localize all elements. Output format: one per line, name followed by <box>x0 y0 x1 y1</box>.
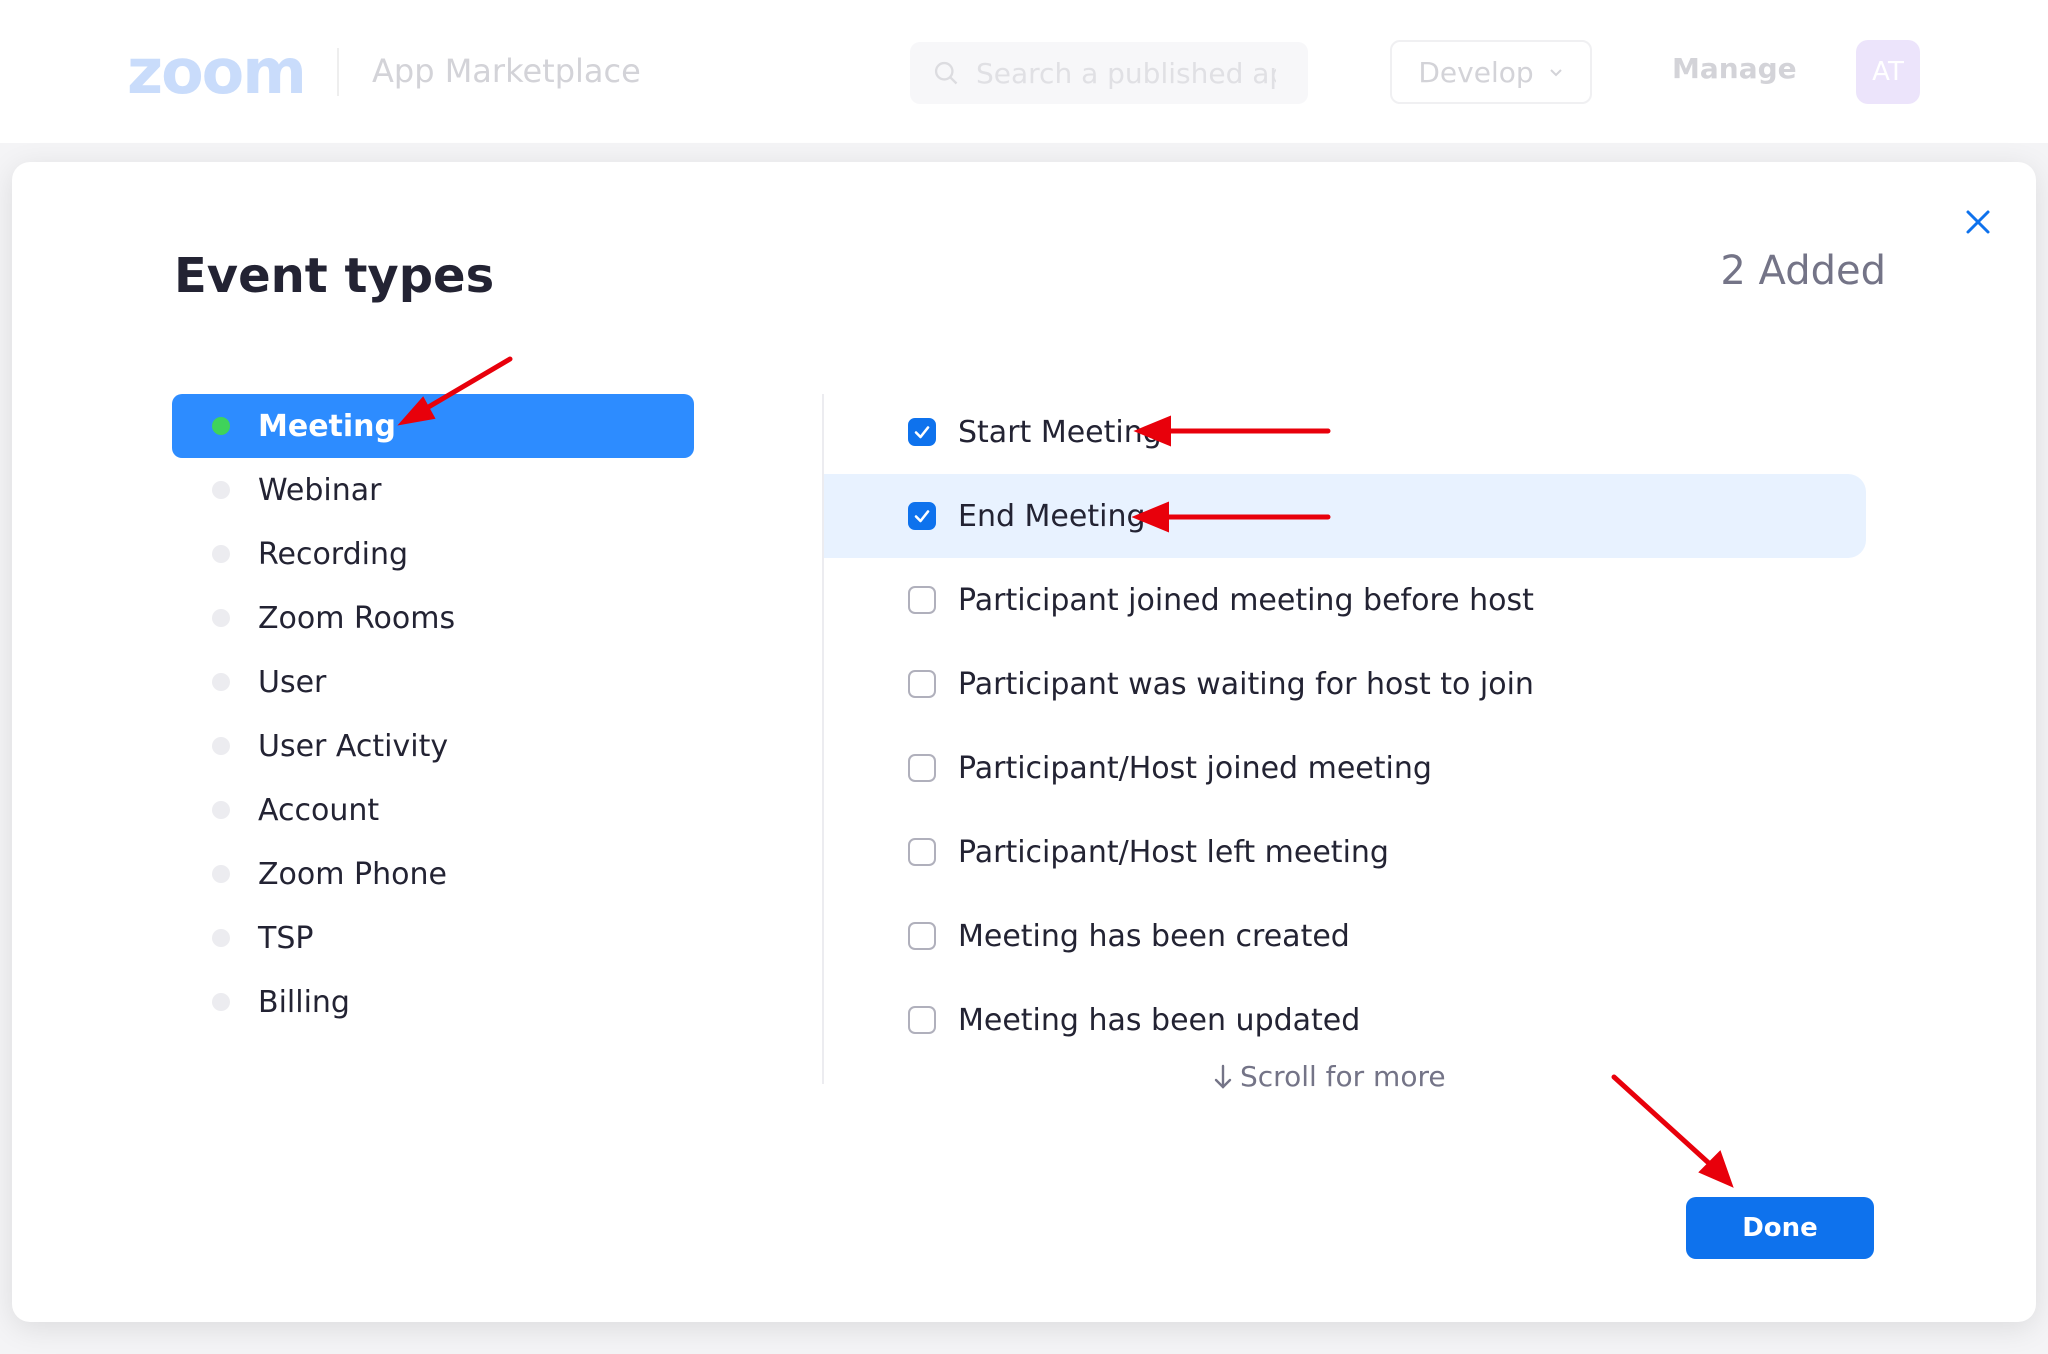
category-item-recording[interactable]: Recording <box>172 522 694 586</box>
category-label: Billing <box>258 984 350 1020</box>
status-dot <box>212 673 230 691</box>
app-marketplace-label[interactable]: App Marketplace <box>372 52 641 90</box>
status-dot <box>212 737 230 755</box>
category-list: Meeting Webinar Recording Zoom Rooms Use… <box>172 394 694 1034</box>
category-item-tsp[interactable]: TSP <box>172 906 694 970</box>
status-dot <box>212 801 230 819</box>
top-navigation-bar: zoom App Marketplace Develop Manage AT <box>0 0 2048 143</box>
avatar[interactable]: AT <box>1856 40 1920 104</box>
checkbox[interactable] <box>908 502 936 530</box>
category-item-zoom-rooms[interactable]: Zoom Rooms <box>172 586 694 650</box>
checkbox[interactable] <box>908 418 936 446</box>
status-dot <box>212 865 230 883</box>
zoom-logo[interactable]: zoom <box>127 38 307 106</box>
status-dot <box>212 993 230 1011</box>
event-types-dialog: Event types 2 Added Meeting Webinar Reco… <box>12 162 2036 1322</box>
status-dot <box>212 481 230 499</box>
category-item-zoom-phone[interactable]: Zoom Phone <box>172 842 694 906</box>
checkbox[interactable] <box>908 1006 936 1034</box>
event-label: End Meeting <box>958 498 1146 534</box>
event-label: Participant/Host joined meeting <box>958 750 1432 786</box>
added-count: 2 Added <box>1720 248 1886 294</box>
status-dot <box>212 929 230 947</box>
manage-link[interactable]: Manage <box>1672 52 1797 85</box>
develop-label: Develop <box>1418 55 1534 89</box>
checkbox[interactable] <box>908 754 936 782</box>
scroll-hint-label: Scroll for more <box>1240 1060 1446 1093</box>
event-item-end-meeting[interactable]: End Meeting <box>824 474 1866 558</box>
develop-dropdown[interactable]: Develop <box>1390 40 1592 104</box>
event-label: Start Meeting <box>958 414 1162 450</box>
category-label: Webinar <box>258 472 382 508</box>
event-item-participant-host-left[interactable]: Participant/Host left meeting <box>824 810 1866 894</box>
category-label: TSP <box>258 920 314 956</box>
event-label: Meeting has been created <box>958 918 1350 954</box>
dialog-title: Event types <box>174 248 495 304</box>
category-label: Account <box>258 792 380 828</box>
category-label: Recording <box>258 536 409 572</box>
category-label: User <box>258 664 327 700</box>
check-icon <box>914 426 930 439</box>
event-item-participant-waiting-for-host[interactable]: Participant was waiting for host to join <box>824 642 1866 726</box>
event-label: Participant was waiting for host to join <box>958 666 1534 702</box>
category-label: Meeting <box>258 408 397 444</box>
event-list[interactable]: Start Meeting End Meeting Participant jo… <box>824 390 1866 1062</box>
close-icon[interactable] <box>1958 202 1998 242</box>
status-dot <box>212 417 230 435</box>
search-input[interactable] <box>976 56 1276 90</box>
status-dot <box>212 545 230 563</box>
event-label: Meeting has been updated <box>958 1002 1361 1038</box>
chevron-down-icon <box>1549 69 1562 77</box>
event-item-meeting-updated[interactable]: Meeting has been updated <box>824 978 1866 1062</box>
arrow-down-icon <box>1214 1064 1232 1089</box>
category-label: Zoom Rooms <box>258 600 456 636</box>
checkbox[interactable] <box>908 586 936 614</box>
event-item-meeting-created[interactable]: Meeting has been created <box>824 894 1866 978</box>
category-item-webinar[interactable]: Webinar <box>172 458 694 522</box>
category-label: User Activity <box>258 728 449 764</box>
event-label: Participant joined meeting before host <box>958 582 1534 618</box>
search-icon <box>934 61 958 85</box>
logo-divider <box>337 48 339 96</box>
event-item-participant-joined-before-host[interactable]: Participant joined meeting before host <box>824 558 1866 642</box>
category-item-user[interactable]: User <box>172 650 694 714</box>
category-label: Zoom Phone <box>258 856 447 892</box>
category-item-account[interactable]: Account <box>172 778 694 842</box>
scroll-for-more-hint[interactable]: Scroll for more <box>1212 1060 1446 1093</box>
checkbox[interactable] <box>908 670 936 698</box>
checkbox[interactable] <box>908 838 936 866</box>
category-item-meeting[interactable]: Meeting <box>172 394 694 458</box>
status-dot <box>212 609 230 627</box>
done-button[interactable]: Done <box>1686 1197 1874 1259</box>
event-label: Participant/Host left meeting <box>958 834 1389 870</box>
event-item-participant-host-joined[interactable]: Participant/Host joined meeting <box>824 726 1866 810</box>
search-box[interactable] <box>910 42 1308 104</box>
category-item-user-activity[interactable]: User Activity <box>172 714 694 778</box>
check-icon <box>914 510 930 523</box>
checkbox[interactable] <box>908 922 936 950</box>
event-item-start-meeting[interactable]: Start Meeting <box>824 390 1866 474</box>
category-item-billing[interactable]: Billing <box>172 970 694 1034</box>
